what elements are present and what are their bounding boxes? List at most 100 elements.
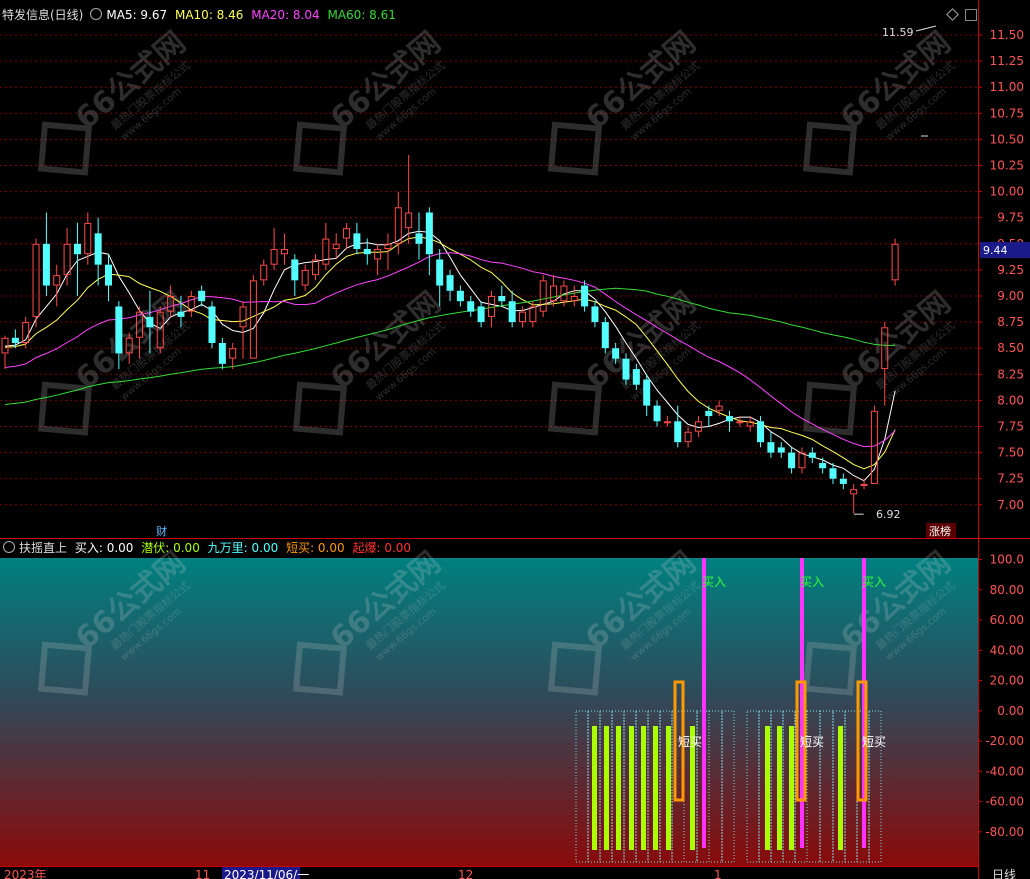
stock-chart-window: 66公式网 最热门股票指标公式 www.66gs.com 66公式网 最热门股票指标公式…	[0, 0, 1030, 879]
main-header: 特发信息(日线) MA5: 9.67 MA10: 8.46 MA20: 8.04 …	[2, 6, 400, 24]
date-label: 11	[195, 868, 210, 879]
candle-body	[436, 259, 444, 286]
buy-signal-label: 买入	[702, 575, 726, 589]
date-label: 2023年	[4, 868, 47, 879]
candle	[601, 316, 609, 354]
price-tick-label: 8.75	[997, 315, 1024, 329]
candle-body	[788, 452, 796, 469]
candle-body	[177, 311, 185, 317]
price-tick-label: 10.50	[990, 132, 1024, 146]
qianfu-bar	[666, 726, 671, 850]
candle-body	[839, 478, 847, 484]
qianfu-bar	[616, 726, 621, 850]
candle-body	[508, 301, 516, 323]
candle-body	[73, 243, 81, 255]
qianfu-bar	[604, 726, 609, 850]
candle-body	[218, 342, 226, 364]
ma10-label: MA10: 8.46	[174, 8, 244, 22]
qianfu-bar	[629, 726, 634, 850]
price-tick-label: 11.25	[990, 54, 1024, 68]
candle	[208, 301, 216, 349]
candle-body	[42, 243, 50, 286]
candle-body	[581, 285, 589, 307]
ma5-label: MA5: 9.67	[106, 8, 168, 22]
window-restore-icon[interactable]	[965, 9, 977, 21]
candle-body	[146, 316, 154, 328]
candle-body	[653, 405, 661, 422]
short-buy-label: 短买	[862, 735, 886, 749]
candle-body	[860, 483, 868, 486]
stock-title[interactable]: 特发信息(日线)	[2, 8, 83, 22]
price-tick-label: 7.00	[997, 498, 1024, 512]
candle-body	[415, 233, 423, 244]
candle-body	[736, 421, 744, 424]
duanmai-value: 短买: 0.00	[286, 541, 345, 555]
settings-icon[interactable]	[90, 8, 103, 20]
indicator-tick-label: -60.00	[985, 795, 1024, 809]
candle-body	[663, 421, 671, 424]
buy-signal-label: 买入	[800, 575, 824, 589]
buy-signal-bar	[800, 558, 804, 848]
date-label: 12	[458, 868, 473, 879]
price-tick-label: 9.25	[997, 263, 1024, 277]
buy-signal-bar	[702, 558, 706, 848]
candle-body	[632, 369, 640, 385]
high-price-label: 11.59	[882, 26, 914, 39]
candle-body	[705, 410, 713, 417]
indicator-tick-label: 60.00	[990, 613, 1024, 627]
candle-body	[591, 306, 599, 323]
candle-body	[674, 421, 682, 443]
price-tick-label: 7.50	[997, 446, 1024, 460]
qianfu-bar	[789, 726, 794, 850]
qianfu-bar	[838, 726, 843, 850]
price-tick-label: 8.25	[997, 367, 1024, 381]
indicator-tick-label: 100.0	[990, 553, 1024, 567]
candle-body	[757, 421, 765, 443]
qianfu-bar	[765, 726, 770, 850]
short-buy-label: 短买	[678, 735, 702, 749]
indicator-tick-label: 20.00	[990, 674, 1024, 688]
candle-body	[477, 306, 485, 323]
candle-body	[353, 233, 361, 250]
indicator-tick-label: -80.00	[985, 825, 1024, 839]
price-tick-label: 11.50	[990, 28, 1024, 42]
price-tick-label: 9.00	[997, 289, 1024, 303]
price-tick-label: 7.75	[997, 420, 1024, 434]
candle-body	[612, 348, 620, 359]
settings-icon[interactable]	[3, 541, 15, 553]
candle-body	[467, 301, 475, 312]
qianfu-bar	[653, 726, 658, 850]
candle-body	[767, 442, 775, 453]
jiuwanli-value: 九万里: 0.00	[207, 541, 279, 555]
qianfu-value: 潜伏: 0.00	[141, 541, 200, 555]
low-price-label: 6.92	[876, 508, 901, 521]
candle-body	[726, 416, 733, 422]
indicator-tick-label: 80.00	[990, 583, 1024, 597]
indicator-tick-label: -40.00	[985, 764, 1024, 778]
price-tick-label: 7.25	[997, 472, 1024, 486]
candle-body	[94, 233, 102, 265]
candle-body	[105, 264, 112, 286]
candle-body	[291, 259, 299, 281]
candle-body	[446, 275, 454, 291]
date-label: 1	[714, 868, 722, 879]
candle-body	[198, 290, 206, 302]
candle-body	[819, 463, 827, 469]
qianfu-bar	[592, 726, 597, 850]
candle-body	[456, 290, 464, 302]
date-label: 2023/11/06/一	[224, 868, 309, 879]
price-tick-label: 9.75	[997, 211, 1024, 225]
indicator-title[interactable]: 扶摇直上	[19, 541, 67, 555]
buy-value: 买入: 0.00	[74, 541, 134, 555]
buy-signal-label: 买入	[862, 575, 886, 589]
candle-body	[622, 358, 630, 380]
price-tick-label: 8.50	[997, 341, 1024, 355]
candle-body	[643, 379, 651, 406]
price-tick-label: 10.25	[990, 159, 1024, 173]
candle-body	[208, 306, 216, 343]
indicator-tick-label: 40.00	[990, 643, 1024, 657]
ma60-label: MA60: 8.61	[327, 8, 396, 22]
indicator-header: 扶摇直上 买入: 0.00 潜伏: 0.00 九万里: 0.00 短买: 0.0…	[2, 539, 415, 557]
price-tick-label: 11.00	[990, 80, 1024, 94]
candle-body	[115, 306, 123, 354]
